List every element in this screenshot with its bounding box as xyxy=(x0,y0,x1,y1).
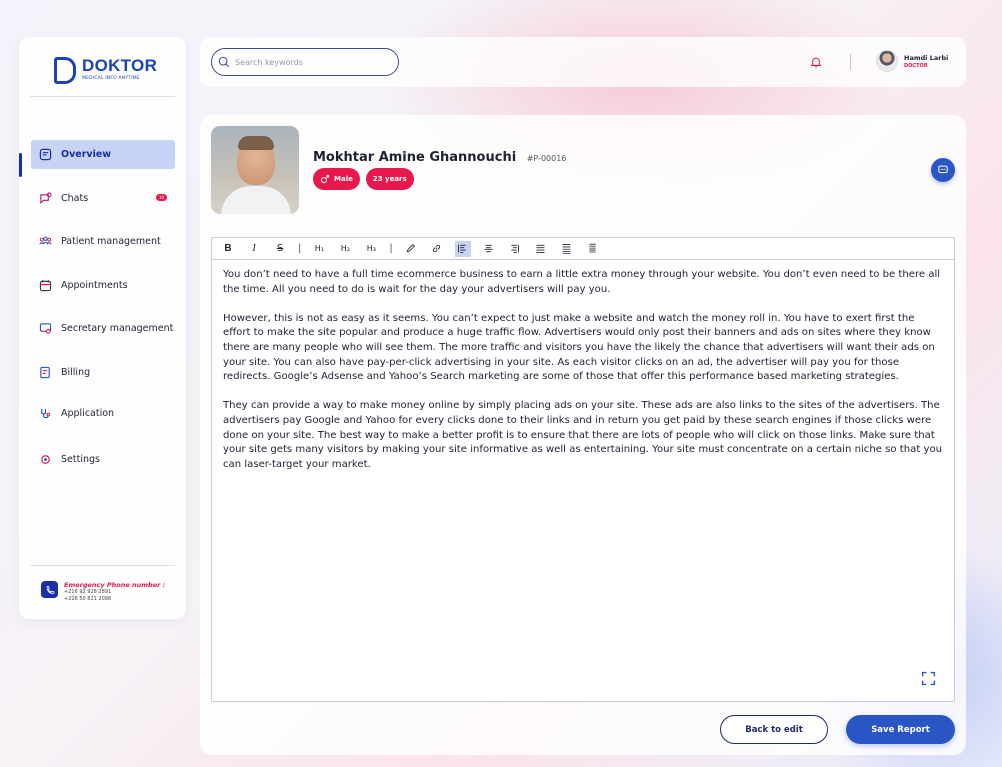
sidebar-item-label: Application xyxy=(61,408,115,419)
user-role: DOCTOR xyxy=(904,62,928,69)
heading3-button[interactable]: H₃ xyxy=(363,241,379,257)
report-paragraph: They can provide a way to make money onl… xyxy=(223,400,943,470)
save-report-button[interactable]: Save Report xyxy=(846,715,955,744)
unread-badge: 10 xyxy=(156,194,167,201)
sidebar-item-label: Billing xyxy=(61,367,91,378)
toolbar-separator: | xyxy=(298,243,302,254)
patient-photo xyxy=(211,126,299,214)
sidebar-item-chats[interactable]: Chats 10 xyxy=(31,184,175,213)
emergency-label: Emergency Phone number : xyxy=(64,581,166,589)
sidebar-item-billing[interactable]: Billing xyxy=(31,358,175,387)
report-paragraph: However, this is not as easy as it seems… xyxy=(223,312,935,383)
sidebar-item-application[interactable]: Application xyxy=(31,399,175,428)
heading1-button[interactable]: H₁ xyxy=(311,241,327,257)
sidebar-item-appointments[interactable]: Appointments xyxy=(31,271,175,300)
chat-icon xyxy=(39,192,52,205)
sidebar-item-label: Patient management xyxy=(61,236,161,247)
paragraph-icon[interactable] xyxy=(585,241,601,257)
patients-icon xyxy=(39,235,52,248)
logo[interactable]: DOKTOR MEDICAL INFO ANYTIME xyxy=(54,57,157,84)
link-icon[interactable] xyxy=(429,241,445,257)
pen-icon[interactable] xyxy=(403,241,419,257)
age-badge: 23 years xyxy=(365,168,414,190)
align-right-icon[interactable] xyxy=(507,241,523,257)
report-editor[interactable]: B I S | H₁ H₂ H₃ | You don’t need to hav… xyxy=(211,237,955,702)
patient-name: Mokhtar Amine Ghannouchi xyxy=(313,150,517,165)
brand-name: DOKTOR xyxy=(82,56,158,75)
sidebar-item-label: Overview xyxy=(61,149,112,160)
message-icon xyxy=(938,165,948,174)
back-to-edit-button[interactable]: Back to edit xyxy=(720,715,828,744)
settings-icon xyxy=(39,453,52,466)
divider xyxy=(30,565,175,566)
strikethrough-button[interactable]: S xyxy=(272,241,288,257)
editor-toolbar: B I S | H₁ H₂ H₃ | xyxy=(212,238,954,260)
emergency-number: +216 92 928 2891 xyxy=(64,589,112,595)
patient-id: #P-00016 xyxy=(526,154,567,163)
report-paragraph: You don’t need to have a full time ecomm… xyxy=(223,269,941,295)
age-label: 23 years xyxy=(372,175,407,183)
divider xyxy=(30,96,175,97)
avatar xyxy=(876,50,898,72)
brand-tagline: MEDICAL INFO ANYTIME xyxy=(82,76,140,81)
billing-icon xyxy=(39,366,52,379)
list-icon[interactable] xyxy=(559,241,575,257)
patient-name-row: Mokhtar Amine Ghannouchi #P-00016 xyxy=(313,150,566,165)
male-icon xyxy=(320,174,330,184)
user-name: Hamdi Larbi xyxy=(904,53,949,62)
user-profile[interactable]: Hamdi Larbi DOCTOR xyxy=(876,50,948,72)
report-panel: Mokhtar Amine Ghannouchi #P-00016 Male 2… xyxy=(200,115,966,755)
heading2-button[interactable]: H₂ xyxy=(337,241,353,257)
calendar-icon xyxy=(39,279,52,292)
header-divider xyxy=(850,54,851,70)
italic-button[interactable]: I xyxy=(246,241,262,257)
sidebar-item-overview[interactable]: Overview xyxy=(31,140,175,169)
editor-content[interactable]: You don’t need to have a full time ecomm… xyxy=(212,260,954,472)
active-indicator xyxy=(19,153,22,177)
search-input[interactable] xyxy=(235,57,385,67)
sidebar: DOKTOR MEDICAL INFO ANYTIME Overview Cha… xyxy=(19,37,186,619)
top-header: Hamdi Larbi DOCTOR xyxy=(200,37,966,87)
application-icon xyxy=(39,407,52,420)
secretary-icon xyxy=(39,322,52,335)
search-icon xyxy=(218,56,230,68)
sidebar-item-patient-management[interactable]: Patient management xyxy=(31,227,175,256)
message-button[interactable] xyxy=(931,158,955,182)
sidebar-item-label: Chats xyxy=(61,193,89,204)
sidebar-item-secretary-management[interactable]: Secretary management xyxy=(31,314,175,343)
emergency-number: +216 50 821 2098 xyxy=(64,596,112,602)
toolbar-separator: | xyxy=(389,243,393,254)
search-box[interactable] xyxy=(211,48,399,76)
justify-icon[interactable] xyxy=(533,241,549,257)
sidebar-item-label: Settings xyxy=(61,454,100,465)
sidebar-item-settings[interactable]: Settings xyxy=(31,445,175,474)
sidebar-item-label: Appointments xyxy=(61,280,128,291)
overview-icon xyxy=(39,148,52,161)
sidebar-item-label: Secretary management xyxy=(61,323,174,334)
gender-label: Male xyxy=(334,175,353,183)
phone-icon xyxy=(41,581,58,598)
bell-icon[interactable] xyxy=(810,56,822,68)
gender-badge: Male xyxy=(313,168,360,190)
align-center-icon[interactable] xyxy=(481,241,497,257)
logo-mark-icon xyxy=(54,57,76,84)
align-left-icon[interactable] xyxy=(454,240,471,257)
emergency-contact: Emergency Phone number : +216 92 928 289… xyxy=(41,581,165,603)
bold-button[interactable]: B xyxy=(220,241,236,257)
fullscreen-icon[interactable] xyxy=(921,671,936,686)
